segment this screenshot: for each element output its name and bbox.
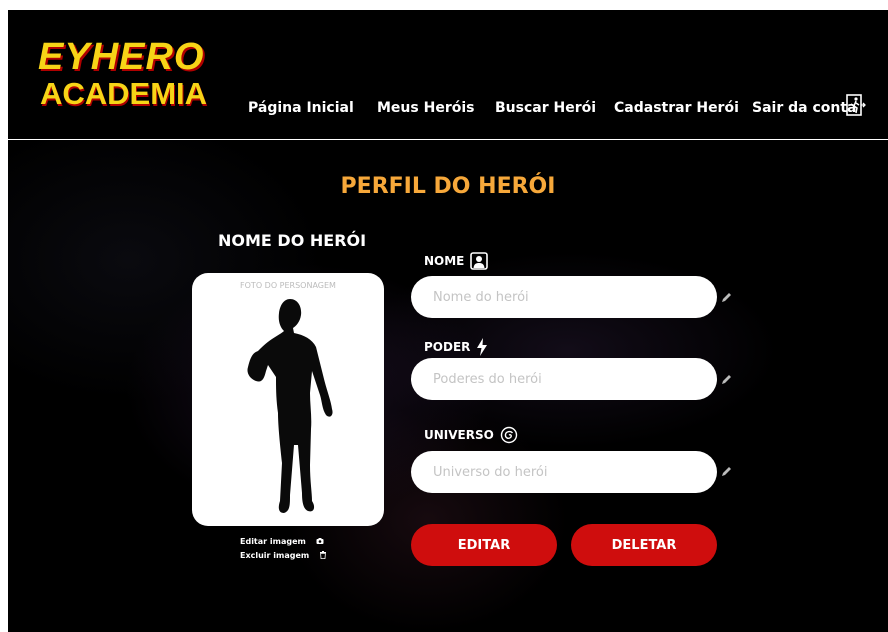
nav-item-register-hero[interactable]: Cadastrar Herói: [614, 100, 739, 116]
trash-icon: [320, 551, 327, 559]
power-label-text: PODER: [424, 340, 471, 354]
nav-item-home[interactable]: Página Inicial: [248, 100, 354, 116]
universe-field-label: UNIVERSO: [424, 426, 518, 444]
pencil-icon[interactable]: [721, 292, 732, 303]
pencil-icon[interactable]: [721, 466, 732, 477]
name-input-wrapper: [411, 276, 717, 318]
hero-photo-card: FOTO DO PERSONAGEM: [192, 273, 384, 526]
lightning-icon: [477, 338, 488, 356]
app-window: EYHERO ACADEMIA Página Inicial Meus Heró…: [8, 10, 888, 632]
camera-icon: [316, 538, 324, 544]
exit-door-icon[interactable]: [846, 94, 866, 116]
page-title: PERFIL DO HERÓI: [340, 174, 556, 199]
photo-caption: FOTO DO PERSONAGEM: [240, 281, 336, 290]
power-field-label: PODER: [424, 338, 488, 356]
edit-image-label: Editar imagem: [240, 536, 306, 546]
hero-silhouette-image: [247, 299, 333, 513]
power-input-wrapper: [411, 358, 717, 400]
person-portrait-icon: [470, 252, 489, 270]
top-header: EYHERO ACADEMIA Página Inicial Meus Heró…: [8, 10, 888, 140]
name-label-text: NOME: [424, 254, 465, 268]
spiral-galaxy-icon: [500, 426, 518, 444]
nav-item-search-hero[interactable]: Buscar Herói: [495, 100, 596, 116]
universe-input-wrapper: [411, 451, 717, 493]
edit-image-action[interactable]: Editar imagem: [240, 534, 327, 548]
delete-button[interactable]: DELETAR: [571, 524, 717, 566]
logo-line1: EYHERO: [38, 36, 205, 78]
image-actions: Editar imagem Excluir imagem: [240, 534, 327, 562]
power-input[interactable]: [411, 358, 717, 400]
universe-label-text: UNIVERSO: [424, 428, 494, 442]
edit-button[interactable]: EDITAR: [411, 524, 557, 566]
hero-name-heading: NOME DO HERÓI: [218, 231, 367, 250]
universe-input[interactable]: [411, 451, 717, 493]
name-field-label: NOME: [424, 252, 489, 270]
delete-image-label: Excluir imagem: [240, 550, 310, 560]
main-nav: Página Inicial Meus Heróis Buscar Herói …: [8, 100, 888, 124]
name-input[interactable]: [411, 276, 717, 318]
nav-item-logout[interactable]: Sair da conta: [752, 100, 856, 116]
delete-image-action[interactable]: Excluir imagem: [240, 548, 327, 562]
pencil-icon[interactable]: [721, 374, 732, 385]
nav-item-my-heroes[interactable]: Meus Heróis: [377, 100, 474, 116]
